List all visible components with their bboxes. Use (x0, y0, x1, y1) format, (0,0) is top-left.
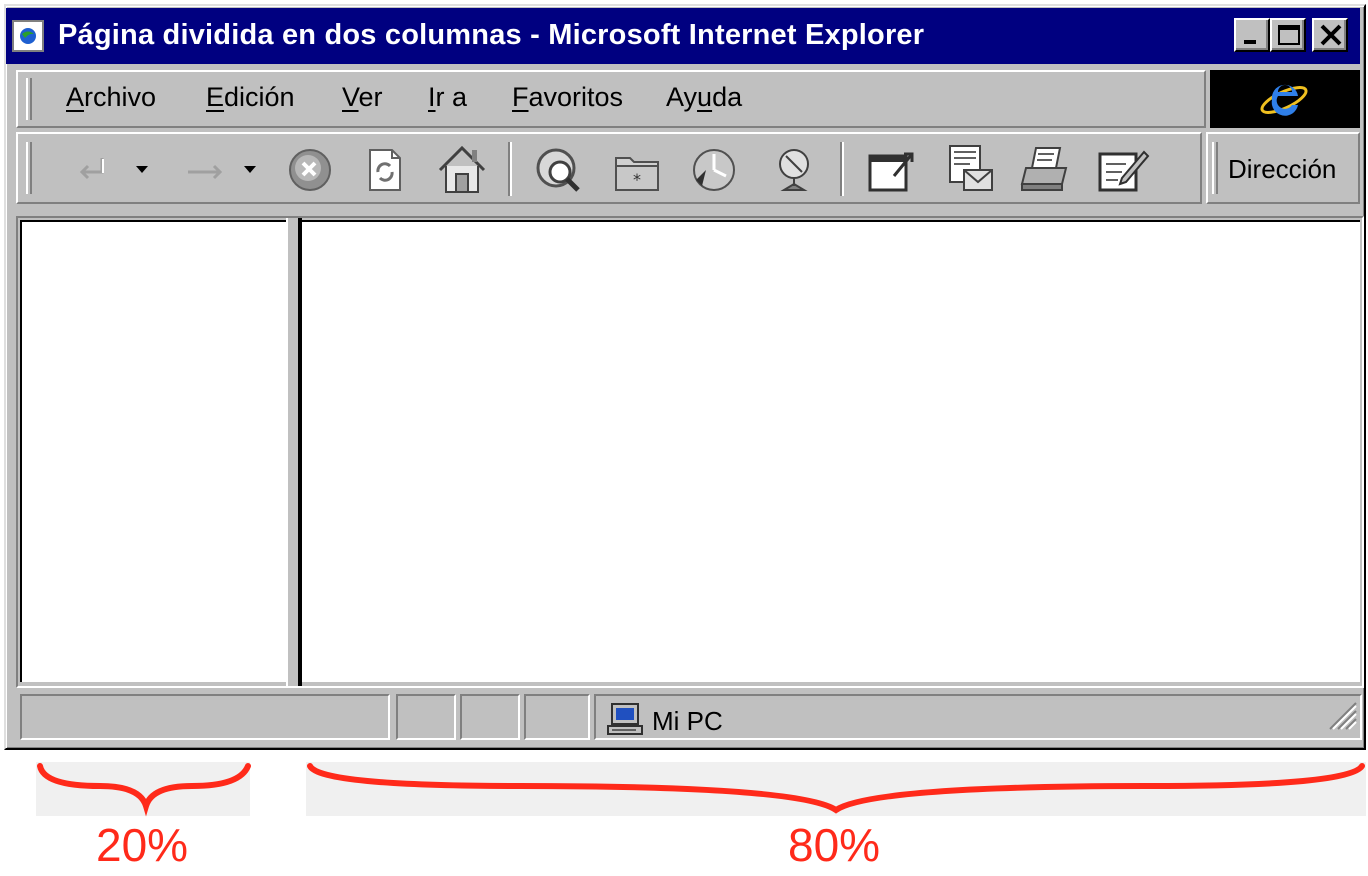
left-width-label: 20% (96, 819, 189, 871)
computer-icon (606, 702, 646, 743)
toolbar-separator (508, 142, 512, 196)
window-title: Página dividida en dos columnas - Micros… (58, 19, 925, 51)
menu-ir-a[interactable]: Ir a (428, 82, 467, 113)
search-icon (536, 148, 580, 192)
history-icon (693, 149, 735, 191)
status-text-cell (20, 694, 390, 740)
address-bar[interactable]: Dirección (1206, 132, 1360, 204)
menu-edicion[interactable]: Edición (206, 82, 295, 113)
minimize-button[interactable] (1234, 18, 1270, 52)
maximize-button[interactable] (1270, 18, 1306, 52)
left-brace-backdrop (36, 762, 250, 816)
forward-button[interactable] (180, 140, 238, 198)
menu-grip[interactable] (26, 78, 32, 120)
ie-logo (1210, 70, 1360, 128)
status-cell (460, 694, 520, 740)
address-label: Dirección (1228, 154, 1337, 184)
content-area (16, 216, 1364, 688)
toolbar-grip[interactable] (26, 142, 32, 194)
refresh-icon (369, 149, 401, 191)
favorites-icon: * (615, 157, 659, 191)
stop-button[interactable] (282, 140, 340, 198)
toolbar-separator (840, 142, 844, 196)
back-button[interactable] (72, 140, 130, 198)
frame-divider[interactable] (286, 218, 302, 686)
home-icon (438, 145, 486, 193)
status-cell (524, 694, 590, 740)
home-button[interactable] (434, 140, 492, 198)
forward-dropdown-icon[interactable] (244, 166, 256, 173)
resize-grip-icon[interactable] (1322, 695, 1358, 736)
edit-icon (1098, 150, 1150, 192)
zone-label: Mi PC (652, 706, 723, 736)
channels-button[interactable] (766, 140, 824, 198)
svg-text:*: * (633, 170, 641, 189)
status-cell (396, 694, 456, 740)
mail-button[interactable] (942, 140, 1000, 198)
title-bar[interactable]: Página dividida en dos columnas - Micros… (6, 8, 1360, 64)
menu-bar: Archivo Edición Ver Ir a Favoritos Ayuda (16, 70, 1206, 128)
back-icon (79, 158, 104, 180)
percent-annotations (36, 762, 1366, 817)
favorites-button[interactable]: * (608, 140, 666, 198)
address-grip[interactable] (1212, 142, 1218, 194)
history-button[interactable] (686, 140, 744, 198)
menu-archivo[interactable]: Archivo (66, 82, 156, 113)
refresh-button[interactable] (356, 140, 414, 198)
back-dropdown-icon[interactable] (136, 166, 148, 173)
stop-icon (289, 149, 331, 191)
menu-ver[interactable]: Ver (342, 82, 383, 113)
fullscreen-button[interactable] (864, 140, 922, 198)
print-icon (1020, 147, 1068, 191)
forward-icon (188, 164, 223, 180)
ie-e-icon (1260, 84, 1308, 116)
right-width-label: 80% (788, 819, 881, 871)
left-frame[interactable] (20, 220, 286, 682)
menu-ayuda[interactable]: Ayuda (666, 82, 742, 113)
right-frame[interactable] (302, 220, 1360, 682)
status-bar: Mi PC (16, 692, 1362, 744)
security-zone-cell[interactable]: Mi PC (594, 694, 1362, 740)
edit-button[interactable] (1094, 140, 1152, 198)
fullscreen-icon (868, 152, 914, 192)
print-button[interactable] (1018, 140, 1076, 198)
page-icon (12, 20, 44, 52)
standard-toolbar: * (16, 132, 1202, 204)
close-button[interactable] (1312, 18, 1348, 52)
channels-icon (779, 149, 809, 191)
search-button[interactable] (530, 140, 588, 198)
menu-favoritos[interactable]: Favoritos (512, 82, 623, 113)
mail-icon (949, 145, 993, 191)
